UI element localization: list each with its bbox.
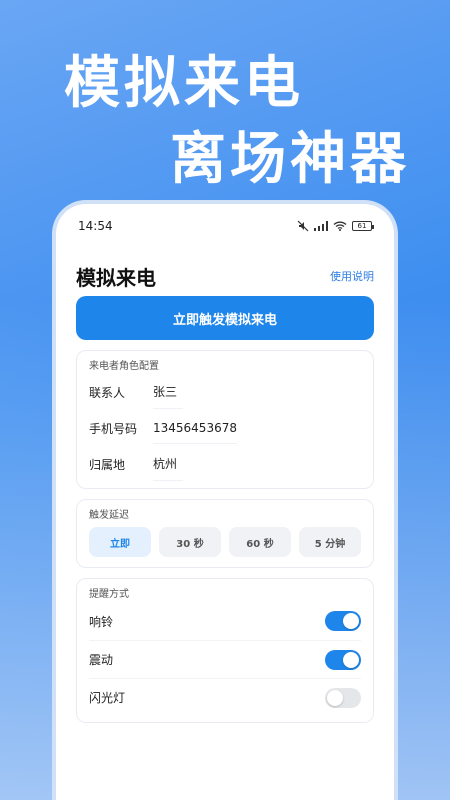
- delay-option-60s[interactable]: 60 秒: [229, 527, 291, 557]
- toggle-knob: [343, 651, 359, 668]
- field-label: 联系人: [89, 385, 126, 400]
- field-location: 归属地 杭州: [89, 446, 361, 482]
- alert-ring-row: 响铃: [89, 602, 361, 640]
- toggle-knob: [343, 613, 359, 629]
- alert-flash-label: 闪光灯: [89, 691, 126, 705]
- field-label: 归属地: [89, 457, 126, 472]
- alert-ring-label: 响铃: [89, 614, 114, 629]
- mute-icon: [297, 220, 309, 232]
- delay-option-5min[interactable]: 5 分钟: [299, 527, 361, 557]
- delay-option-immediate[interactable]: 立即: [89, 527, 151, 557]
- contact-input[interactable]: 张三: [153, 375, 183, 409]
- caller-config-title: 来电者角色配置: [89, 361, 159, 372]
- status-bar: 14:54 61: [56, 204, 394, 248]
- vibrate-toggle[interactable]: [325, 649, 361, 670]
- alert-flash-row: 闪光灯: [89, 678, 361, 716]
- phone-input[interactable]: 13456453678: [153, 413, 237, 444]
- hero-title-line1: 模拟来电: [64, 51, 304, 116]
- alert-mode-card: 提醒方式 响铃 震动 闪光灯: [76, 578, 374, 723]
- delay-options: 立即 30 秒 60 秒 5 分钟: [89, 523, 361, 561]
- location-input[interactable]: 杭州: [153, 447, 183, 481]
- status-icons: 61: [297, 220, 374, 232]
- alert-vibrate-row: 震动: [89, 640, 361, 678]
- toggle-knob: [327, 689, 343, 706]
- delay-option-30s[interactable]: 30 秒: [159, 527, 221, 557]
- delay-title: 触发延迟: [89, 510, 129, 521]
- trigger-call-button[interactable]: 立即触发模拟来电: [76, 296, 374, 340]
- field-contact: 联系人 张三: [89, 374, 361, 410]
- field-phone: 手机号码 13456453678: [89, 410, 361, 446]
- field-label: 手机号码: [89, 421, 138, 436]
- signal-icon: [314, 221, 328, 231]
- ring-toggle[interactable]: [325, 611, 361, 631]
- help-link[interactable]: 使用说明: [330, 268, 374, 284]
- phone-mockup: 14:54 61 模拟来电 使用说明 立即触发模拟来电 来电者角色配置 联系人 …: [52, 200, 398, 800]
- status-time: 14:54: [78, 219, 113, 233]
- wifi-icon: [333, 221, 347, 231]
- caller-config-card: 来电者角色配置 联系人 张三 手机号码 13456453678 归属地 杭州: [76, 350, 374, 489]
- page-title: 模拟来电: [76, 265, 156, 290]
- battery-icon: 61: [352, 221, 374, 231]
- alert-mode-title: 提醒方式: [89, 589, 129, 600]
- hero-title-line2: 离场神器: [170, 127, 410, 192]
- delay-card: 触发延迟 立即 30 秒 60 秒 5 分钟: [76, 499, 374, 568]
- app-header: 模拟来电 使用说明: [56, 248, 394, 294]
- flash-toggle[interactable]: [325, 687, 361, 708]
- alert-vibrate-label: 震动: [89, 653, 114, 667]
